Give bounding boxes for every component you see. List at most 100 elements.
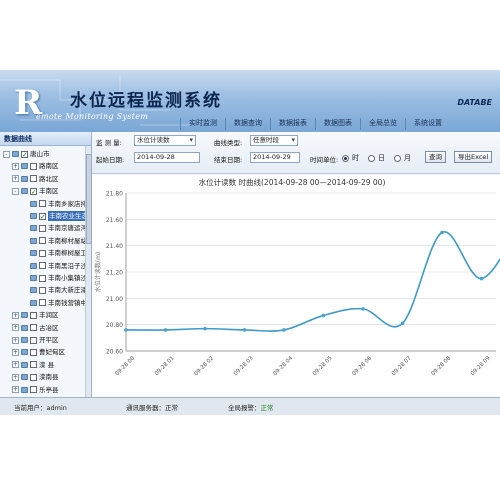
tree-checkbox[interactable] — [39, 274, 46, 282]
tree-item[interactable]: 丰南柳村屋站 — [21, 236, 87, 246]
station-icon — [21, 324, 28, 331]
station-icon — [30, 262, 37, 269]
expand-icon[interactable]: + — [12, 386, 19, 394]
chart-title: 水位计读数 时曲线(2014-09-28 00—2014-09-29 00) — [199, 177, 386, 187]
time-unit-radios: 时 日 月 — [342, 153, 411, 163]
query-button[interactable]: 查询 — [425, 151, 446, 163]
tree-item[interactable]: + 路北区 — [12, 174, 59, 184]
x-tick-label: 09-28 02 — [193, 355, 215, 377]
collapse-icon[interactable]: - — [12, 187, 19, 195]
tree-checkbox[interactable]: ✓ — [21, 150, 28, 158]
expand-icon[interactable]: + — [12, 324, 19, 332]
tree-item[interactable]: 丰南钱营镇中 — [21, 298, 87, 308]
tree-item-label: 丰南区 — [39, 187, 59, 196]
end-date-label: 结束日期: — [214, 156, 243, 164]
nav-data-report[interactable]: 数据报表 — [270, 118, 315, 130]
unit-day-radio[interactable] — [368, 154, 375, 162]
tree-item-label: 开平区 — [39, 336, 59, 344]
station-icon — [21, 175, 28, 182]
tree-item[interactable]: 丰南柳树屋工 — [21, 248, 87, 258]
tree-item[interactable]: + 丰润区 — [12, 310, 59, 320]
tree-checkbox[interactable] — [39, 262, 46, 270]
expand-icon[interactable]: + — [12, 361, 19, 369]
nav-overview[interactable]: 全局总览 — [360, 118, 405, 130]
y-axis-label: 水位计读数(m) — [94, 252, 102, 293]
tree-checkbox[interactable] — [39, 286, 46, 294]
tree-item[interactable]: - ✓ 唐山市 — [3, 149, 50, 159]
water-level-chart: 水位计读数 时曲线(2014-09-28 00—2014-09-29 00) 21… — [94, 177, 500, 377]
tree-item-label: 丰南柳树屋工 — [48, 249, 87, 258]
station-icon — [21, 386, 28, 393]
tree-item[interactable]: + 滦 县 — [12, 360, 54, 370]
app-window: R emote Monitoring System 水位远程监测系统 DATAB… — [0, 70, 500, 415]
filter-bar: 监 测 量: 水位计读数 曲线类型: 任意时段 起始日期: 2014-09-28… — [92, 132, 500, 174]
tree-checkbox[interactable] — [30, 336, 37, 344]
unit-month-label: 月 — [404, 154, 411, 162]
tree-checkbox[interactable] — [30, 175, 37, 183]
tree-item[interactable]: 丰南大新庄涌 — [21, 285, 87, 295]
nav-realtime[interactable]: 实时监测 — [180, 118, 225, 130]
expand-icon[interactable]: + — [12, 162, 19, 170]
tree-checkbox[interactable] — [39, 299, 46, 307]
expand-icon[interactable]: + — [12, 175, 19, 183]
tree-scrollbar[interactable] — [85, 146, 92, 397]
tree-checkbox[interactable] — [30, 386, 37, 394]
expand-icon[interactable]: + — [12, 311, 19, 319]
nav-data-chart[interactable]: 数据图表 — [315, 118, 360, 130]
tree-checkbox[interactable] — [30, 361, 37, 369]
tree-checkbox[interactable] — [39, 224, 46, 232]
station-icon — [21, 312, 28, 319]
tree-checkbox[interactable] — [39, 237, 46, 245]
tree-item[interactable]: - ✓ 丰南区 — [12, 186, 59, 196]
tree-checkbox[interactable]: ✓ — [39, 212, 46, 220]
station-icon — [12, 151, 19, 157]
tree-checkbox[interactable] — [30, 311, 37, 319]
tree-item[interactable]: + 路南区 — [12, 161, 59, 171]
expand-icon[interactable]: + — [12, 348, 19, 356]
tree-item[interactable]: 丰南小集镇沙 — [21, 273, 87, 283]
nav-data-query[interactable]: 数据查询 — [225, 118, 270, 130]
curve-type-select[interactable]: 任意时段 — [250, 135, 298, 146]
tree-item[interactable]: ✓ 丰南农业生态 — [21, 211, 89, 221]
station-icon — [30, 237, 37, 244]
tree-item-label: 丰南京唐运河 — [48, 224, 87, 233]
tree-checkbox[interactable] — [30, 162, 37, 170]
tree-item[interactable]: + 曹妃甸区 — [12, 347, 65, 357]
start-date-input[interactable]: 2014-09-28 — [134, 152, 200, 163]
monitor-select[interactable]: 水位计读数 — [134, 135, 196, 146]
tree-checkbox[interactable]: ✓ — [30, 187, 37, 195]
tree-item[interactable]: 丰南黑沿子沙 — [21, 261, 87, 271]
tree-item[interactable]: + 乐亭县 — [12, 385, 59, 395]
tree-checkbox[interactable] — [30, 324, 37, 332]
tree-item[interactable]: 丰南京唐运河 — [21, 223, 87, 233]
tree-item[interactable]: + 滦南县 — [12, 372, 59, 382]
y-tick-label: 21.00 — [106, 296, 123, 303]
tree-item[interactable]: + 开平区 — [12, 335, 59, 345]
curve-type-label: 曲线类型: — [214, 139, 243, 147]
tree-item-label: 丰南乡家店排 — [48, 199, 87, 208]
tree-checkbox[interactable] — [39, 200, 46, 208]
collapse-icon[interactable]: - — [3, 150, 10, 158]
tree-item-label: 滦南县 — [39, 373, 59, 382]
unit-hour-radio[interactable] — [342, 154, 349, 162]
unit-day-label: 日 — [378, 154, 385, 162]
server-status: 通讯服务器：正常 — [126, 404, 178, 412]
unit-month-radio[interactable] — [394, 154, 401, 162]
tree-item[interactable]: + 古冶区 — [12, 323, 59, 333]
end-date-input[interactable]: 2014-09-29 — [250, 152, 300, 163]
tree-item[interactable]: 丰南乡家店排 — [21, 199, 87, 209]
subtitle: emote Monitoring System — [36, 112, 149, 121]
tree-checkbox[interactable] — [30, 373, 37, 381]
top-nav: 实时监测 数据查询 数据报表 数据图表 全局总览 系统设置 — [180, 118, 450, 130]
y-tick-label: 20.60 — [106, 349, 123, 356]
brand-logo: DATABE — [457, 98, 492, 107]
export-excel-button[interactable]: 导出Excel — [454, 151, 493, 163]
tree-item-label: 古冶区 — [39, 323, 59, 332]
expand-icon[interactable]: + — [12, 336, 19, 344]
y-tick-label: 21.80 — [106, 191, 123, 198]
expand-icon[interactable]: + — [12, 373, 19, 381]
tree-checkbox[interactable] — [39, 249, 46, 257]
tree-checkbox[interactable] — [30, 348, 37, 356]
nav-settings[interactable]: 系统设置 — [405, 118, 450, 130]
tree-item-label: 唐山市 — [30, 150, 50, 158]
